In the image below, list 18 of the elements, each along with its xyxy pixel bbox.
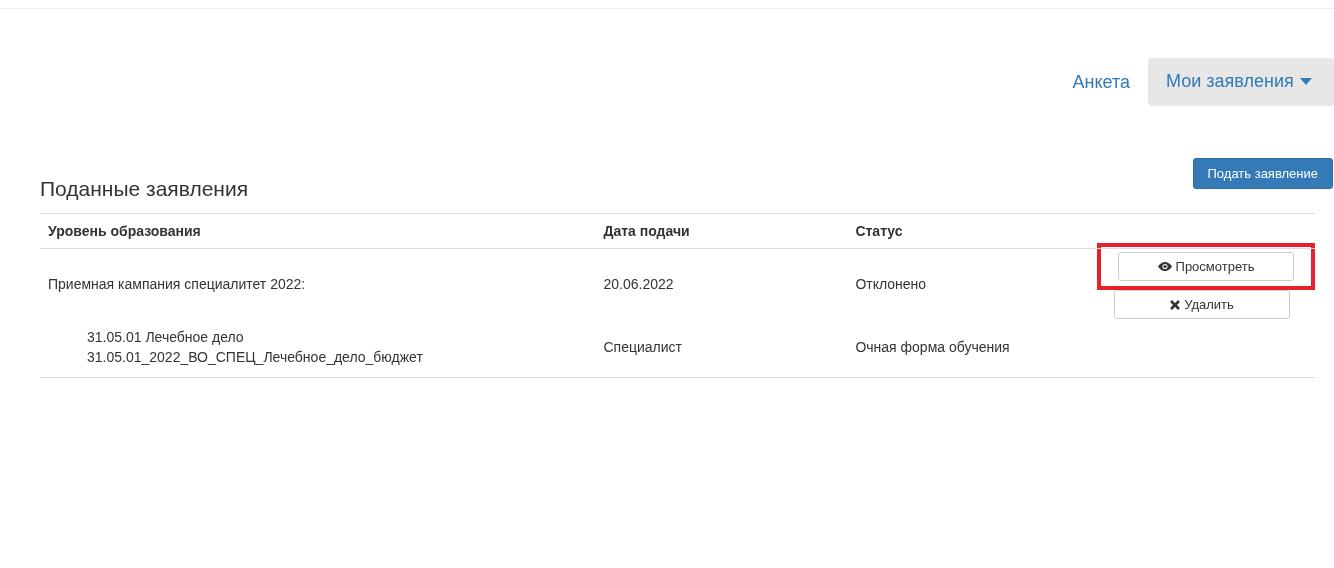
table-cell: Специалист bbox=[595, 319, 848, 378]
eye-icon bbox=[1157, 262, 1172, 271]
program-name: 31.05.01 Лечебное дело 31.05.01_2022_ВО_СПЕЦ_Лечебное_дело_бюджет bbox=[40, 319, 596, 378]
table-cell: Отклонено bbox=[847, 248, 1097, 319]
caret-icon bbox=[1299, 78, 1312, 85]
table-cell: Приемная кампания специалитет 2022: bbox=[40, 248, 596, 319]
view-button[interactable]: Просмотреть bbox=[1118, 252, 1294, 281]
close-icon bbox=[1170, 299, 1181, 310]
nav-dropdown[interactable]: Мои заявления bbox=[1148, 58, 1334, 106]
column-header: Дата подачи bbox=[595, 213, 848, 249]
delete-button[interactable]: Удалить bbox=[1114, 290, 1290, 319]
section-title: Поданные заявления bbox=[40, 177, 249, 201]
submit-button[interactable]: Подать заявление bbox=[1192, 158, 1333, 189]
nav-link[interactable]: Анкета bbox=[1072, 61, 1130, 103]
table-cell: 20.06.2022 bbox=[595, 248, 848, 319]
column-header: Статус bbox=[847, 213, 1097, 249]
table-cell: Очная форма обучения bbox=[847, 319, 1097, 378]
column-header: Уровень образования bbox=[40, 213, 596, 249]
